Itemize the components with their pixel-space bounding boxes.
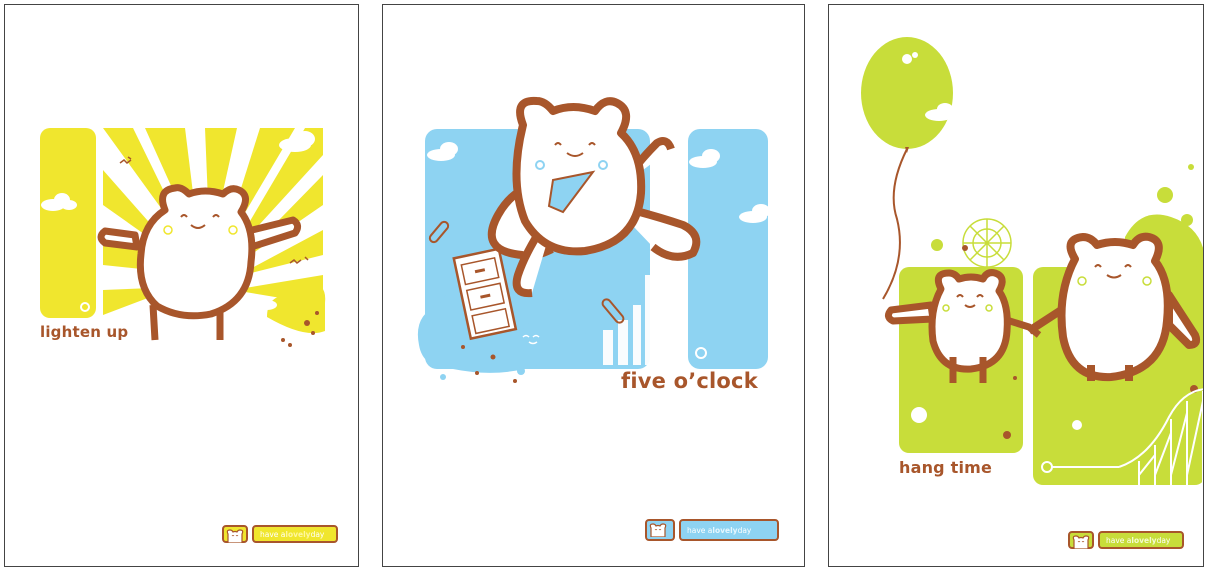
lovely-day-badge: have a lovely day	[645, 519, 779, 541]
badge-text: have a lovely day	[252, 525, 338, 543]
lovely-day-badge: have a lovely day	[222, 525, 338, 543]
poster-caption: five o’clock	[621, 369, 758, 393]
bear-face-icon	[645, 519, 675, 541]
poster-caption: hang time	[899, 458, 993, 477]
balloon	[861, 37, 953, 149]
badge-text: have a lovely day	[679, 519, 779, 541]
sunburst-illustration	[40, 128, 326, 347]
badge-text: have a lovely day	[1098, 531, 1184, 549]
poster-lighten-up: lighten up have a lovely day	[4, 4, 359, 567]
ferris-wheel	[962, 218, 1012, 268]
bear-face-icon	[1068, 531, 1094, 549]
poster-five-oclock: five o’clock have a lovely day	[382, 4, 805, 567]
yellow-panel	[40, 128, 96, 318]
lovely-day-badge: have a lovely day	[1068, 531, 1184, 549]
poster-caption: lighten up	[40, 323, 129, 341]
bears-holding-hands-illustration	[861, 37, 1203, 485]
leaping-bear-illustration	[417, 96, 770, 383]
bear-face-icon	[222, 525, 248, 543]
poster-hang-time: hang time have a lovely day	[828, 4, 1204, 567]
